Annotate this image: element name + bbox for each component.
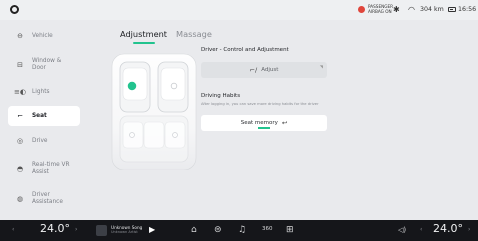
- brand-logo-icon: [10, 5, 19, 14]
- music-icon[interactable]: ♫: [238, 225, 246, 235]
- play-icon[interactable]: ▶: [149, 225, 155, 234]
- adjust-button-label: Adjust: [261, 67, 279, 73]
- apps-grid-icon[interactable]: ⊞: [286, 225, 294, 235]
- home-icon[interactable]: ⌂: [191, 225, 197, 235]
- temp-left-decrease-icon[interactable]: ‹: [12, 226, 14, 233]
- bluetooth-icon: ✱: [393, 5, 400, 14]
- adjust-button[interactable]: ⌐/ Adjust ◥: [201, 62, 327, 78]
- sidebar-item-window-door[interactable]: ⊟ Window & Door: [14, 58, 80, 72]
- sidebar-item-drive[interactable]: ◎ Drive: [14, 137, 80, 145]
- sidebar-item-label: Drive: [32, 137, 48, 144]
- seat-layout-graphic: [111, 53, 197, 171]
- vr-assist-icon: ◓: [16, 165, 24, 173]
- airbag-line2: AIRBAG ON: [368, 9, 392, 14]
- sidebar-item-vr-assist[interactable]: ◓ Real-time VR Assist: [14, 162, 80, 176]
- sidebar-item-vehicle[interactable]: ⊖ Vehicle: [14, 32, 80, 40]
- sidebar-item-label: Real-time VR Assist: [32, 162, 70, 175]
- tab-adjustment[interactable]: Adjustment: [120, 29, 167, 39]
- temp-left-increase-icon[interactable]: ›: [75, 226, 77, 233]
- sidebar-item-lights[interactable]: ≡◐ Lights: [14, 88, 80, 96]
- temp-right-value[interactable]: 24.0°: [433, 222, 463, 235]
- album-art[interactable]: [96, 225, 107, 236]
- seat-adjust-icon: ⌐/: [249, 66, 258, 74]
- seat-icon: ⌐: [17, 112, 23, 120]
- bottom-dock: ‹ 24.0° › Unknown Song Unknown Artist ▶ …: [0, 220, 478, 241]
- 360-view-icon[interactable]: 360: [262, 226, 273, 232]
- temp-right-increase-icon[interactable]: ›: [468, 226, 470, 233]
- active-tab-indicator: [133, 42, 155, 44]
- seat-memory-indicator: [258, 127, 270, 129]
- airbag-warning-icon: [358, 5, 365, 13]
- car-icon[interactable]: ⊜: [214, 225, 222, 235]
- tab-massage[interactable]: Massage: [176, 29, 212, 39]
- airbag-status: PASSENGER AIRBAG ON: [358, 4, 393, 14]
- volume-icon[interactable]: ◁): [398, 226, 406, 234]
- music-artist: Unknown Artist: [111, 230, 138, 234]
- sidebar-item-label: Window & Door: [32, 58, 62, 71]
- seat-memory-label: Seat memory: [240, 120, 278, 126]
- habits-section-title: Driving Habits: [201, 93, 241, 99]
- seat-memory-button[interactable]: Seat memory ↩: [201, 115, 327, 131]
- battery-icon: [448, 7, 456, 12]
- car-icon: ⊖: [17, 32, 23, 40]
- driver-seat-selected-marker: [126, 80, 138, 92]
- steering-wheel-icon: ◎: [16, 137, 24, 145]
- sidebar-item-label: Driver Assistance: [32, 192, 63, 205]
- range-value: 304 km: [420, 6, 444, 13]
- seat-layout-illustration: [110, 52, 198, 171]
- control-section-title: Driver - Control and Adjustment: [201, 47, 289, 53]
- window-door-icon: ⊟: [17, 61, 23, 69]
- corner-indicator-icon: ◥: [319, 64, 323, 69]
- sidebar-item-seat[interactable]: ⌐ Seat: [8, 106, 80, 126]
- sidebar-item-label: Seat: [32, 112, 47, 119]
- temp-right-decrease-icon[interactable]: ‹: [420, 226, 422, 233]
- lights-icon: ≡◐: [14, 88, 26, 96]
- wifi-icon: ◠: [408, 5, 415, 14]
- sidebar-item-driver-assistance[interactable]: ◍ Driver Assistance: [14, 192, 80, 206]
- status-bar: PASSENGER AIRBAG ON ✱ ◠ 304 km 16:56: [0, 0, 478, 20]
- sidebar-item-label: Vehicle: [32, 32, 53, 39]
- sidebar-item-label: Lights: [32, 88, 50, 95]
- driver-assistance-icon: ◍: [16, 195, 24, 203]
- clock: 16:56: [458, 6, 477, 13]
- habits-description: After logging in, you can save more driv…: [201, 102, 319, 106]
- temp-left-value[interactable]: 24.0°: [40, 222, 70, 235]
- settings-sidebar: ⊖ Vehicle ⊟ Window & Door ≡◐ Lights ⌐ Se…: [0, 20, 80, 220]
- return-arrow-icon: ↩: [281, 119, 288, 127]
